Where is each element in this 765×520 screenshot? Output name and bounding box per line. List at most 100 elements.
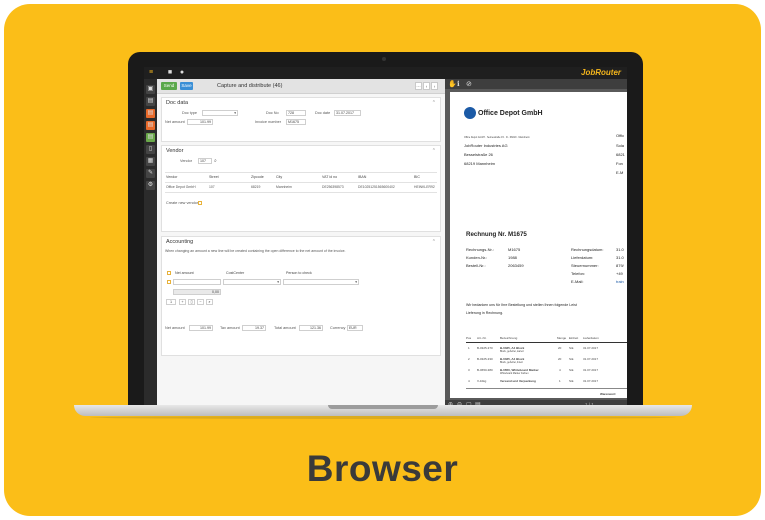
collapse-icon[interactable]: ⌃ xyxy=(432,239,436,245)
recipient-line-2: Besselstraße 26 xyxy=(464,152,493,157)
row-pos: 2 xyxy=(468,357,470,361)
archive-icon[interactable]: ▤ xyxy=(146,133,155,142)
total-amount-field[interactable]: 121.36 xyxy=(299,325,323,331)
row-date: 31.07.2017 xyxy=(583,368,599,372)
search-icon[interactable]: ⌕ xyxy=(214,158,217,164)
bic-cell[interactable]: HEINKLER92 xyxy=(414,185,435,189)
more-button[interactable]: ⋯ xyxy=(415,82,422,90)
zipcode-cell[interactable]: 68219 xyxy=(251,185,260,189)
accounting-note: When changing an amount a new line will … xyxy=(165,249,346,253)
laptop-screen-frame: ≡ ■ ● JobRouter ▣ ▤ ▤ ▤ ▤ ▯ ▦ ✎ ⚙ Send S… xyxy=(128,52,643,410)
meta-value: 1988 xyxy=(508,255,517,260)
doc-type-select[interactable]: ▾ xyxy=(202,110,238,116)
chevron-down-icon: ▾ xyxy=(355,280,357,284)
file-icon[interactable]: ▯ xyxy=(146,145,155,154)
row-art: V-10kg xyxy=(477,379,487,383)
list-icon[interactable]: ▤ xyxy=(146,97,155,106)
next-button[interactable]: › xyxy=(431,82,438,90)
vat-col-header: VAT id no xyxy=(322,175,338,179)
wrench-icon[interactable]: ⚙ xyxy=(146,181,155,190)
link-icon[interactable]: ⊘ xyxy=(466,80,472,88)
net-amount-label: Net amount xyxy=(165,120,185,124)
row-name: Versand und Verpackung xyxy=(500,379,536,383)
doc-date-field[interactable]: 31.07.2017 xyxy=(334,110,361,116)
net-amount-field[interactable]: 101.99 xyxy=(187,119,213,125)
person-select[interactable]: ▾ xyxy=(283,279,359,285)
remove-row-button[interactable]: − xyxy=(197,299,204,305)
street-cell[interactable]: 107 xyxy=(209,185,215,189)
row-checkbox[interactable] xyxy=(167,280,171,284)
prev-button[interactable]: ‹ xyxy=(423,82,430,90)
row-pos: 1 xyxy=(468,346,470,350)
table-rule xyxy=(466,342,627,343)
info-icon[interactable]: ℹ xyxy=(457,80,460,88)
vendor-field[interactable]: 107 xyxy=(198,158,212,164)
search-icon[interactable]: ⌕ xyxy=(206,299,213,305)
hand-tool-icon[interactable]: ✋ xyxy=(448,80,457,88)
doc-date-label: Doc date xyxy=(315,111,331,115)
meta-key: Telefon: xyxy=(571,271,586,276)
row-unit: Stk. xyxy=(569,379,575,383)
document-icon[interactable]: ■ xyxy=(166,69,174,77)
table-header-unit: Einheit xyxy=(569,336,579,340)
sender-info-5: E-M xyxy=(616,170,624,175)
costcenter-select[interactable]: ▾ xyxy=(223,279,281,285)
meta-value: 2063459 xyxy=(508,263,524,268)
row-sub: Whiteboard Marker Farben xyxy=(500,372,529,375)
send-button[interactable]: Send xyxy=(161,82,177,90)
invoice-number-field[interactable]: M1675 xyxy=(286,119,306,125)
row-qty: 20 xyxy=(558,346,562,350)
menu-icon[interactable]: ≡ xyxy=(147,69,155,77)
city-cell[interactable]: Mannheim xyxy=(276,185,292,189)
tasks-icon[interactable]: ▤ xyxy=(146,121,155,130)
create-vendor-checkbox[interactable] xyxy=(198,201,202,205)
net-amount-input[interactable] xyxy=(173,279,221,285)
vendor-cell[interactable]: Office Depot GmbH xyxy=(166,185,196,189)
tools-icon[interactable]: ✎ xyxy=(146,169,155,178)
invoice-title: Rechnung Nr. M1675 xyxy=(466,231,527,238)
add-row-button[interactable]: + xyxy=(179,299,186,305)
row-art: B-0325-370 xyxy=(477,346,493,350)
row-date: 31.07.2017 xyxy=(583,357,599,361)
document-viewer: ✋ ℹ ⊘ Office Depot GmbH Office Depot Gmb… xyxy=(445,79,627,410)
meta-key: Lieferdatum: xyxy=(571,255,594,260)
create-vendor-label: Create new vendor xyxy=(166,201,199,205)
tax-amount-field[interactable]: 19.37 xyxy=(242,325,266,331)
settings-icon[interactable]: ● xyxy=(178,69,186,77)
currency-field[interactable]: EUR xyxy=(347,325,363,331)
copy-row-button[interactable]: ▯ xyxy=(188,299,195,305)
recipient-line-1: JobRouter Industries AG xyxy=(464,143,508,148)
sender-info-3: 6821 xyxy=(616,152,625,157)
doc-no-field[interactable]: 728 xyxy=(286,110,306,116)
page-input[interactable]: 1 xyxy=(166,299,176,305)
row-pos: 4 xyxy=(468,379,470,383)
person-col-header: Person to check xyxy=(286,271,312,275)
row-unit: Stk. xyxy=(569,357,575,361)
step-icon[interactable]: ▤ xyxy=(146,109,155,118)
process-form: Send Save Capture and distribute (46) ⋯ … xyxy=(157,79,445,410)
table-header-art: Art.-Nr. xyxy=(477,336,487,340)
select-all-checkbox[interactable] xyxy=(167,271,171,275)
sender-info-4: Fon xyxy=(616,161,623,166)
doc-type-label: Doc type xyxy=(182,111,197,115)
vat-cell[interactable]: DE256398573 xyxy=(322,185,344,189)
save-button[interactable]: Save xyxy=(180,82,193,90)
row-qty: 1 xyxy=(559,379,561,383)
acc-net-amount-field[interactable]: 101.99 xyxy=(189,325,213,331)
table-rule xyxy=(466,388,627,389)
city-col-header: City xyxy=(276,175,283,179)
row-pos: 3 xyxy=(468,368,470,372)
collapse-icon[interactable]: ⌃ xyxy=(432,148,436,154)
inbox-icon[interactable]: ▣ xyxy=(146,85,155,94)
meta-value: +49 xyxy=(616,271,623,276)
doc-data-title: Doc data xyxy=(166,100,189,106)
collapse-icon[interactable]: ⌃ xyxy=(432,100,436,106)
row-unit: Stk. xyxy=(569,346,575,350)
sender-info-2: Sola xyxy=(616,143,625,148)
subtotal-label: Warenwert: xyxy=(600,392,617,396)
meta-value: 31.0 xyxy=(616,255,624,260)
total-amount-label: Total amount xyxy=(274,326,296,330)
iban-cell[interactable]: DE10251251565600402 xyxy=(358,185,395,189)
table-header-date: Lieferdatum xyxy=(583,336,599,340)
calendar-icon[interactable]: ▦ xyxy=(146,157,155,166)
